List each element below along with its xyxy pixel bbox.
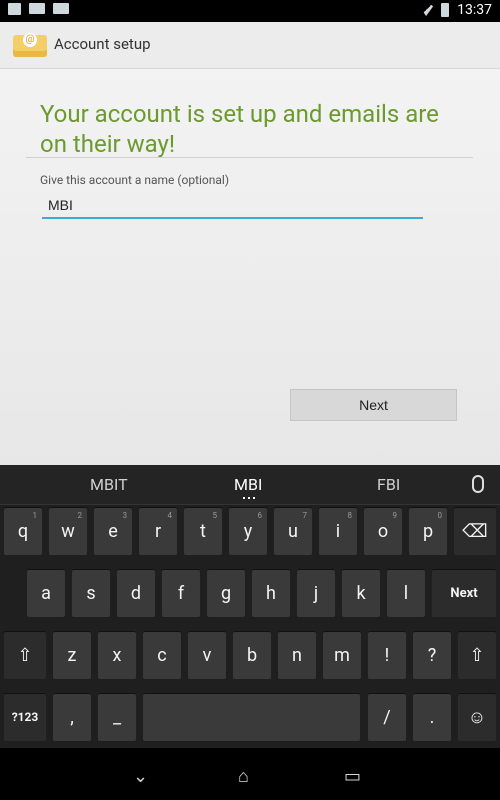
key-s[interactable]: s: [72, 569, 110, 617]
system-status: 13:37: [419, 2, 492, 18]
key-b[interactable]: b: [233, 631, 271, 679]
account-name-label: Give this account a name (optional): [40, 173, 230, 187]
key-m[interactable]: m: [323, 631, 361, 679]
key-question[interactable]: ?: [413, 631, 451, 679]
email-app-icon: @: [13, 31, 47, 57]
navigation-bar: ⌄ ⌂ ▭: [0, 748, 500, 800]
symbols-key[interactable]: ?123: [4, 693, 46, 741]
key-l[interactable]: l: [387, 569, 425, 617]
space-key[interactable]: [143, 693, 360, 741]
success-heading: Your account is set up and emails are on…: [40, 100, 439, 158]
wifi-icon: [419, 4, 434, 16]
next-key[interactable]: Next: [432, 569, 496, 617]
key-i[interactable]: i8: [319, 507, 357, 555]
key-r[interactable]: r4: [139, 507, 177, 555]
key-z[interactable]: z: [53, 631, 91, 679]
comma-key[interactable]: ,: [53, 693, 91, 741]
notification-icons: [8, 3, 69, 15]
battery-icon: [441, 3, 450, 17]
key-k[interactable]: k: [342, 569, 380, 617]
mail-icon: [29, 3, 45, 14]
key-a[interactable]: a: [27, 569, 65, 617]
image-icon: [8, 3, 21, 15]
period-key[interactable]: .: [413, 693, 451, 741]
key-t[interactable]: t5: [184, 507, 222, 555]
key-w[interactable]: w2: [49, 507, 87, 555]
suggestion-item[interactable]: MBI: [234, 475, 262, 494]
status-bar: 13:37: [0, 0, 500, 22]
mail-icon: [53, 3, 69, 14]
key-p[interactable]: p0: [409, 507, 447, 555]
key-f[interactable]: f: [162, 569, 200, 617]
suggestion-item[interactable]: FBI: [377, 475, 400, 494]
clock: 13:37: [457, 2, 492, 18]
account-name-input[interactable]: [42, 193, 423, 219]
key-u[interactable]: u7: [274, 507, 312, 555]
next-button[interactable]: Next: [290, 389, 457, 421]
key-c[interactable]: c: [143, 631, 181, 679]
more-suggestions-indicator: [243, 497, 257, 499]
home-icon[interactable]: ⌂: [238, 766, 249, 787]
mic-icon[interactable]: [472, 475, 484, 493]
recent-apps-icon[interactable]: ▭: [344, 766, 361, 787]
key-j[interactable]: j: [297, 569, 335, 617]
suggestion-item[interactable]: MBIT: [90, 475, 128, 494]
slash-key[interactable]: /: [368, 693, 406, 741]
account-setup-panel: Your account is set up and emails are on…: [0, 69, 500, 465]
key-q[interactable]: q1: [4, 507, 42, 555]
back-icon[interactable]: ⌄: [133, 766, 148, 787]
backspace-icon[interactable]: ⌫: [454, 507, 496, 555]
key-n[interactable]: n: [278, 631, 316, 679]
key-y[interactable]: y6: [229, 507, 267, 555]
divider: [26, 157, 473, 158]
action-bar: @ Account setup: [0, 22, 500, 69]
soft-keyboard: MBIT MBI FBI q1 w2 e3 r4 t5 y6 u7 i8 o9 …: [0, 465, 500, 748]
key-o[interactable]: o9: [364, 507, 402, 555]
key-d[interactable]: d: [117, 569, 155, 617]
key-g[interactable]: g: [207, 569, 245, 617]
shift-icon[interactable]: ⇧: [458, 631, 496, 679]
key-x[interactable]: x: [98, 631, 136, 679]
key-v[interactable]: v: [188, 631, 226, 679]
page-title: Account setup: [54, 35, 151, 53]
underscore-key[interactable]: _: [98, 693, 136, 741]
key-exclamation[interactable]: !: [368, 631, 406, 679]
suggestion-strip: MBIT MBI FBI: [0, 465, 500, 505]
key-e[interactable]: e3: [94, 507, 132, 555]
shift-icon[interactable]: ⇧: [4, 631, 46, 679]
emoji-icon[interactable]: ☺: [458, 693, 496, 741]
key-h[interactable]: h: [252, 569, 290, 617]
